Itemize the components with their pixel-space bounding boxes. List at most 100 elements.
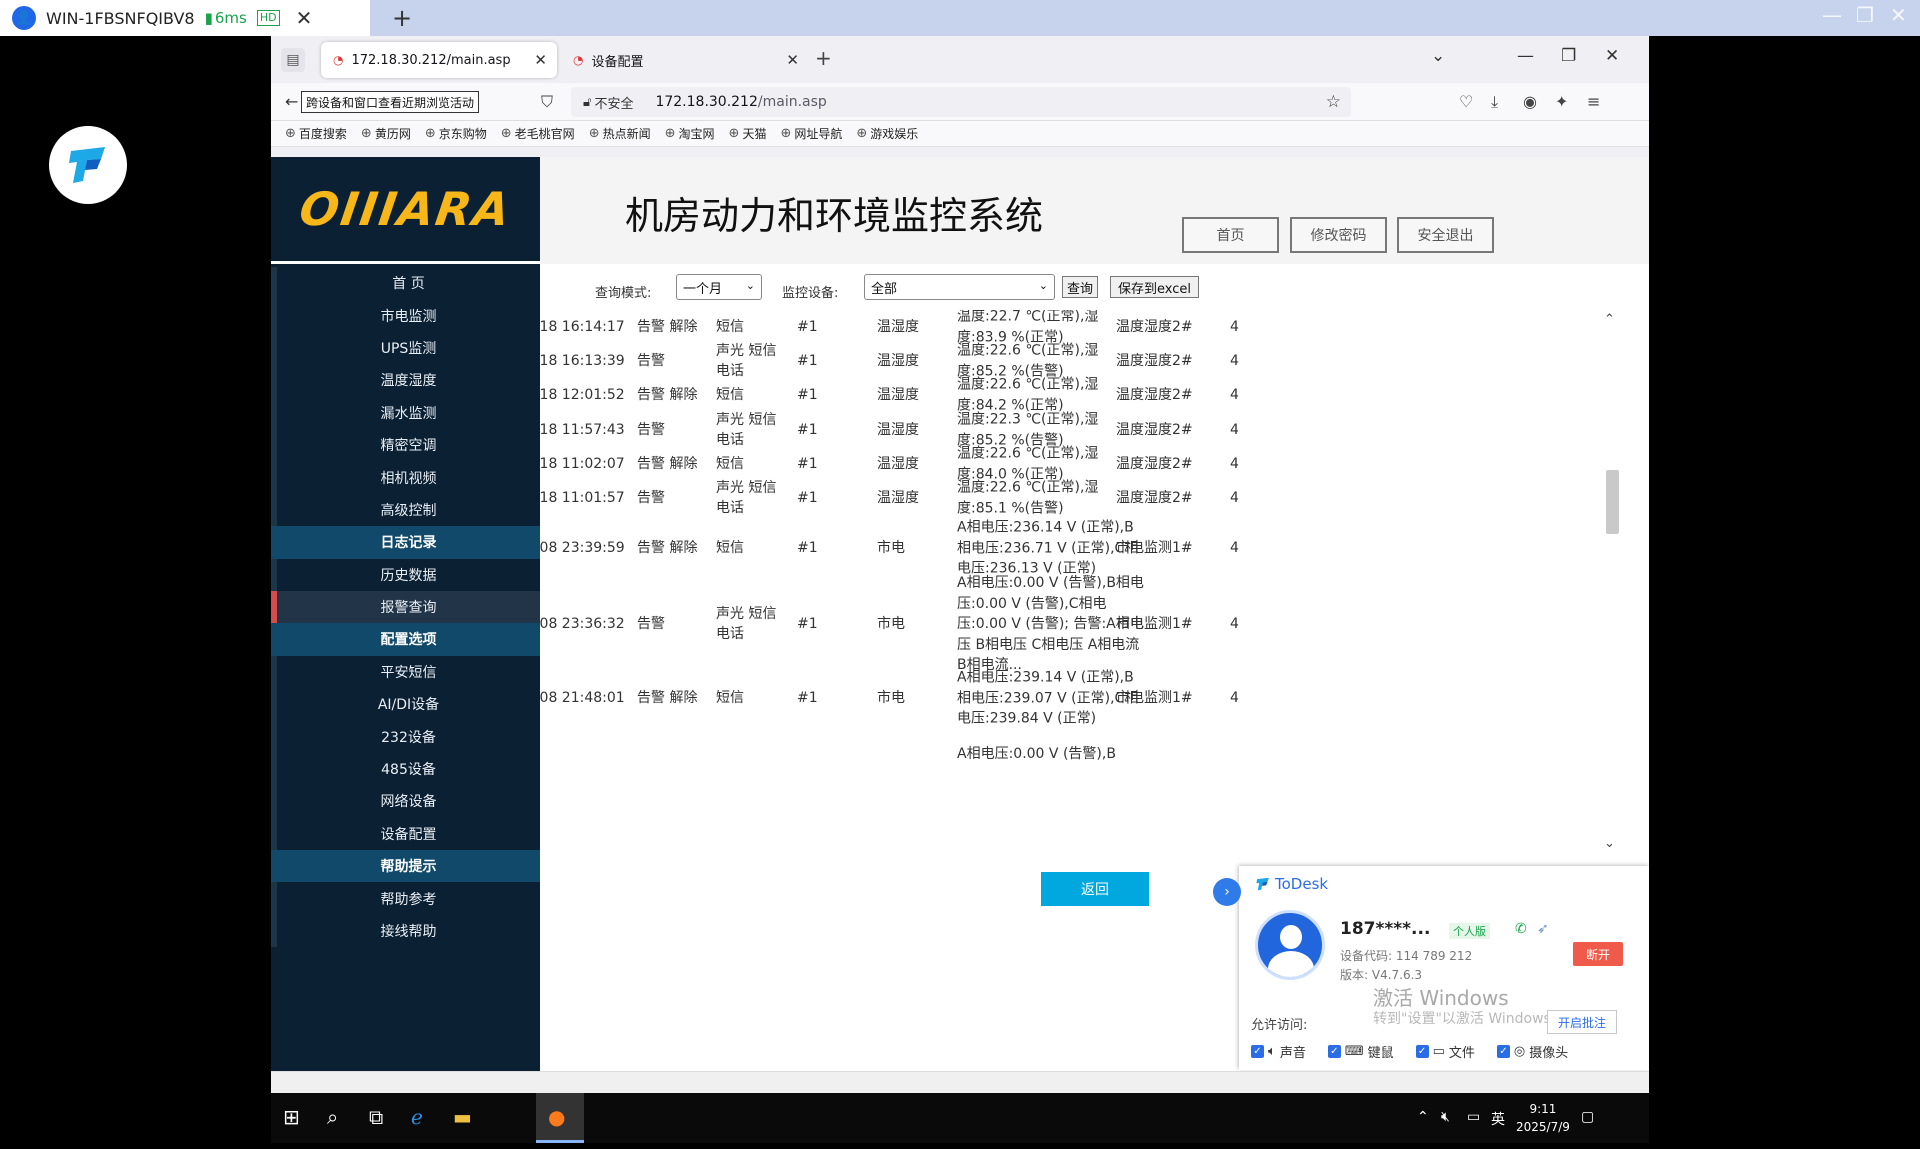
security-indicator[interactable]: 🔓︎ 不安全 bbox=[583, 93, 633, 112]
sidebar-item[interactable]: 历史数据 bbox=[271, 558, 540, 591]
bookmark-item[interactable]: ⊕ 网址导航 bbox=[780, 125, 842, 142]
file-explorer-icon[interactable]: ▬ bbox=[453, 1105, 472, 1129]
network-icon[interactable]: ▭ bbox=[1467, 1109, 1480, 1125]
scroll-up-icon[interactable]: ⌃ bbox=[1604, 312, 1615, 327]
tab-device-config[interactable]: ◔ 设备配置 ✕ bbox=[561, 42, 809, 78]
disconnect-button[interactable]: 断开 bbox=[1573, 942, 1623, 966]
sidebar-item[interactable]: 接线帮助 bbox=[271, 914, 540, 948]
query-mode-select[interactable]: 一个月 ⌄ bbox=[676, 274, 762, 300]
scroll-thumb[interactable] bbox=[1606, 470, 1619, 534]
sidebar-item[interactable]: 网络设备 bbox=[271, 785, 540, 818]
bookmark-item[interactable]: ⊕ 黄历网 bbox=[361, 125, 411, 142]
checkbox-checked-icon[interactable]: ✓ bbox=[1496, 1045, 1510, 1058]
sidebar-item[interactable]: 市电监测 bbox=[271, 299, 540, 332]
cursor-icon[interactable]: ➶ bbox=[1537, 921, 1549, 937]
ime-indicator[interactable]: 英 bbox=[1491, 1109, 1505, 1129]
cell-code: 4 bbox=[1230, 387, 1239, 403]
shield-icon[interactable]: ⛉ bbox=[541, 92, 553, 112]
sidebar-toggle-icon[interactable]: ▤ bbox=[281, 48, 305, 72]
sidebar-item[interactable]: 相机视频 bbox=[271, 461, 540, 494]
activate-windows-hint: 转到"设置"以激活 Windows。 bbox=[1373, 1011, 1565, 1027]
url-text[interactable]: 172.18.30.212/main.asp bbox=[655, 94, 826, 110]
sidebar-item[interactable]: 高级控制 bbox=[271, 493, 540, 527]
bookmark-item[interactable]: ⊕ 百度搜索 bbox=[285, 125, 347, 142]
bookmark-item[interactable]: ⊕ 天猫 bbox=[729, 125, 767, 142]
search-icon[interactable]: ⌕ bbox=[327, 1105, 338, 1129]
sidebar-item[interactable]: AI/DI设备 bbox=[271, 688, 540, 721]
query-button[interactable]: 查询 bbox=[1062, 276, 1098, 298]
todesk-float-button[interactable] bbox=[49, 126, 127, 204]
account-icon[interactable]: ◉ bbox=[1523, 92, 1537, 111]
sidebar-item[interactable]: 帮助参考 bbox=[271, 882, 540, 915]
sidebar-item[interactable]: 232设备 bbox=[271, 720, 540, 753]
perm-keyboard-mouse[interactable]: ✓ ⌨ 键鼠 bbox=[1327, 1042, 1394, 1061]
globe-icon: ⊕ bbox=[360, 126, 372, 141]
sidebar-item[interactable]: 漏水监测 bbox=[271, 396, 540, 429]
sidebar-item[interactable]: 精密空调 bbox=[271, 428, 540, 462]
annotate-button[interactable]: 开启批注 bbox=[1547, 1010, 1617, 1034]
export-excel-button[interactable]: 保存到excel bbox=[1110, 276, 1199, 298]
close-icon[interactable]: ✕ bbox=[1890, 3, 1907, 27]
horizontal-scrollbar[interactable] bbox=[271, 1071, 1649, 1093]
chevron-right-icon[interactable]: › bbox=[1213, 878, 1241, 906]
tab-main[interactable]: ◔ 172.18.30.212/main.asp ✕ bbox=[321, 42, 557, 78]
phone-icon[interactable]: ✆ bbox=[1515, 921, 1527, 937]
back-arrow-icon[interactable]: ← bbox=[285, 92, 298, 111]
home-button[interactable]: 首页 bbox=[1182, 217, 1279, 253]
perm-camera[interactable]: ✓ ◎ 摄像头 bbox=[1496, 1042, 1568, 1061]
tray-expand-icon[interactable]: ⌃ bbox=[1417, 1109, 1429, 1125]
download-icon[interactable]: ⤓ bbox=[1491, 92, 1498, 112]
restore-icon[interactable]: ❐ bbox=[1856, 3, 1874, 27]
cell-device: 温度湿度2# bbox=[1116, 422, 1193, 438]
new-session-icon[interactable]: + bbox=[392, 4, 412, 32]
minimize-icon[interactable]: — bbox=[1822, 3, 1842, 27]
windows-start-icon[interactable]: ⊞ bbox=[283, 1105, 300, 1129]
sidebar-item[interactable]: 平安短信 bbox=[271, 655, 540, 689]
scroll-down-icon[interactable]: ⌄ bbox=[1604, 836, 1615, 851]
perm-file[interactable]: ✓ ▭ 文件 bbox=[1415, 1042, 1475, 1061]
close-window-icon[interactable]: ✕ bbox=[1605, 46, 1619, 66]
task-view-icon[interactable]: ⧉ bbox=[369, 1105, 383, 1129]
sidebar-item[interactable]: 报警查询 bbox=[271, 590, 540, 624]
checkbox-checked-icon[interactable]: ✓ bbox=[1415, 1045, 1429, 1058]
volume-muted-icon[interactable]: 🔇︎ bbox=[1441, 1109, 1450, 1125]
change-password-button[interactable]: 修改密码 bbox=[1290, 217, 1387, 253]
sidebar-item[interactable]: 设备配置 bbox=[271, 817, 540, 851]
ie-icon[interactable]: ℯ bbox=[411, 1105, 423, 1129]
cell-type: 告警 解除 bbox=[637, 456, 698, 472]
restore-icon[interactable]: ❐ bbox=[1561, 46, 1576, 66]
url-bar[interactable]: 🔓︎ 不安全 172.18.30.212/main.asp ☆ bbox=[571, 87, 1351, 117]
close-session-icon[interactable]: ✕ bbox=[296, 6, 313, 30]
bookmark-item[interactable]: ⊕ 热点新闻 bbox=[589, 125, 651, 142]
table-scrollbar[interactable]: ⌃ ⌄ bbox=[1601, 310, 1621, 858]
logout-button[interactable]: 安全退出 bbox=[1397, 217, 1494, 253]
new-tab-icon[interactable]: + bbox=[815, 46, 832, 70]
sidebar-item[interactable]: 485设备 bbox=[271, 752, 540, 786]
close-tab-icon[interactable]: ✕ bbox=[534, 51, 547, 69]
checkbox-checked-icon[interactable]: ✓ bbox=[1327, 1045, 1341, 1058]
remote-session-tab[interactable]: 👤 WIN-1FBSNFQIBV8 ▮ 6ms HD ✕ bbox=[0, 0, 370, 36]
back-button[interactable]: 返回 bbox=[1041, 872, 1149, 906]
perm-sound[interactable]: ✓ 🔈︎ 声音 bbox=[1251, 1042, 1306, 1061]
sidebar-item[interactable]: UPS监测 bbox=[271, 331, 540, 365]
globe-icon: ⊕ bbox=[285, 126, 296, 141]
close-tab-icon[interactable]: ✕ bbox=[786, 51, 799, 69]
tab-list-icon[interactable]: ⌄ bbox=[1431, 46, 1445, 66]
notification-icon[interactable]: ▢ bbox=[1581, 1109, 1594, 1125]
sidebar-item[interactable]: 温度湿度 bbox=[271, 364, 540, 397]
firefox-taskbar-item[interactable]: ● bbox=[536, 1093, 584, 1143]
bookmark-item[interactable]: ⊕ 老毛桃官网 bbox=[501, 125, 575, 142]
checkbox-checked-icon[interactable]: ✓ bbox=[1251, 1045, 1264, 1058]
url-host: 172.18.30.212 bbox=[655, 94, 758, 110]
minimize-icon[interactable]: — bbox=[1517, 46, 1534, 66]
bookmark-item[interactable]: ⊕ 京东购物 bbox=[425, 125, 487, 142]
extensions-icon[interactable]: ✦ bbox=[1555, 92, 1568, 111]
pocket-icon[interactable]: ♡ bbox=[1459, 92, 1473, 111]
clock[interactable]: 9:11 2025/7/9 bbox=[1516, 1100, 1570, 1136]
device-select[interactable]: 全部 ⌄ bbox=[864, 274, 1055, 300]
menu-icon[interactable]: ≡ bbox=[1587, 92, 1600, 111]
sidebar-item[interactable]: 首 页 bbox=[271, 267, 540, 300]
bookmark-item[interactable]: ⊕ 游戏娱乐 bbox=[856, 125, 918, 142]
bookmark-star-icon[interactable]: ☆ bbox=[1326, 92, 1341, 112]
bookmark-item[interactable]: ⊕ 淘宝网 bbox=[665, 125, 715, 142]
